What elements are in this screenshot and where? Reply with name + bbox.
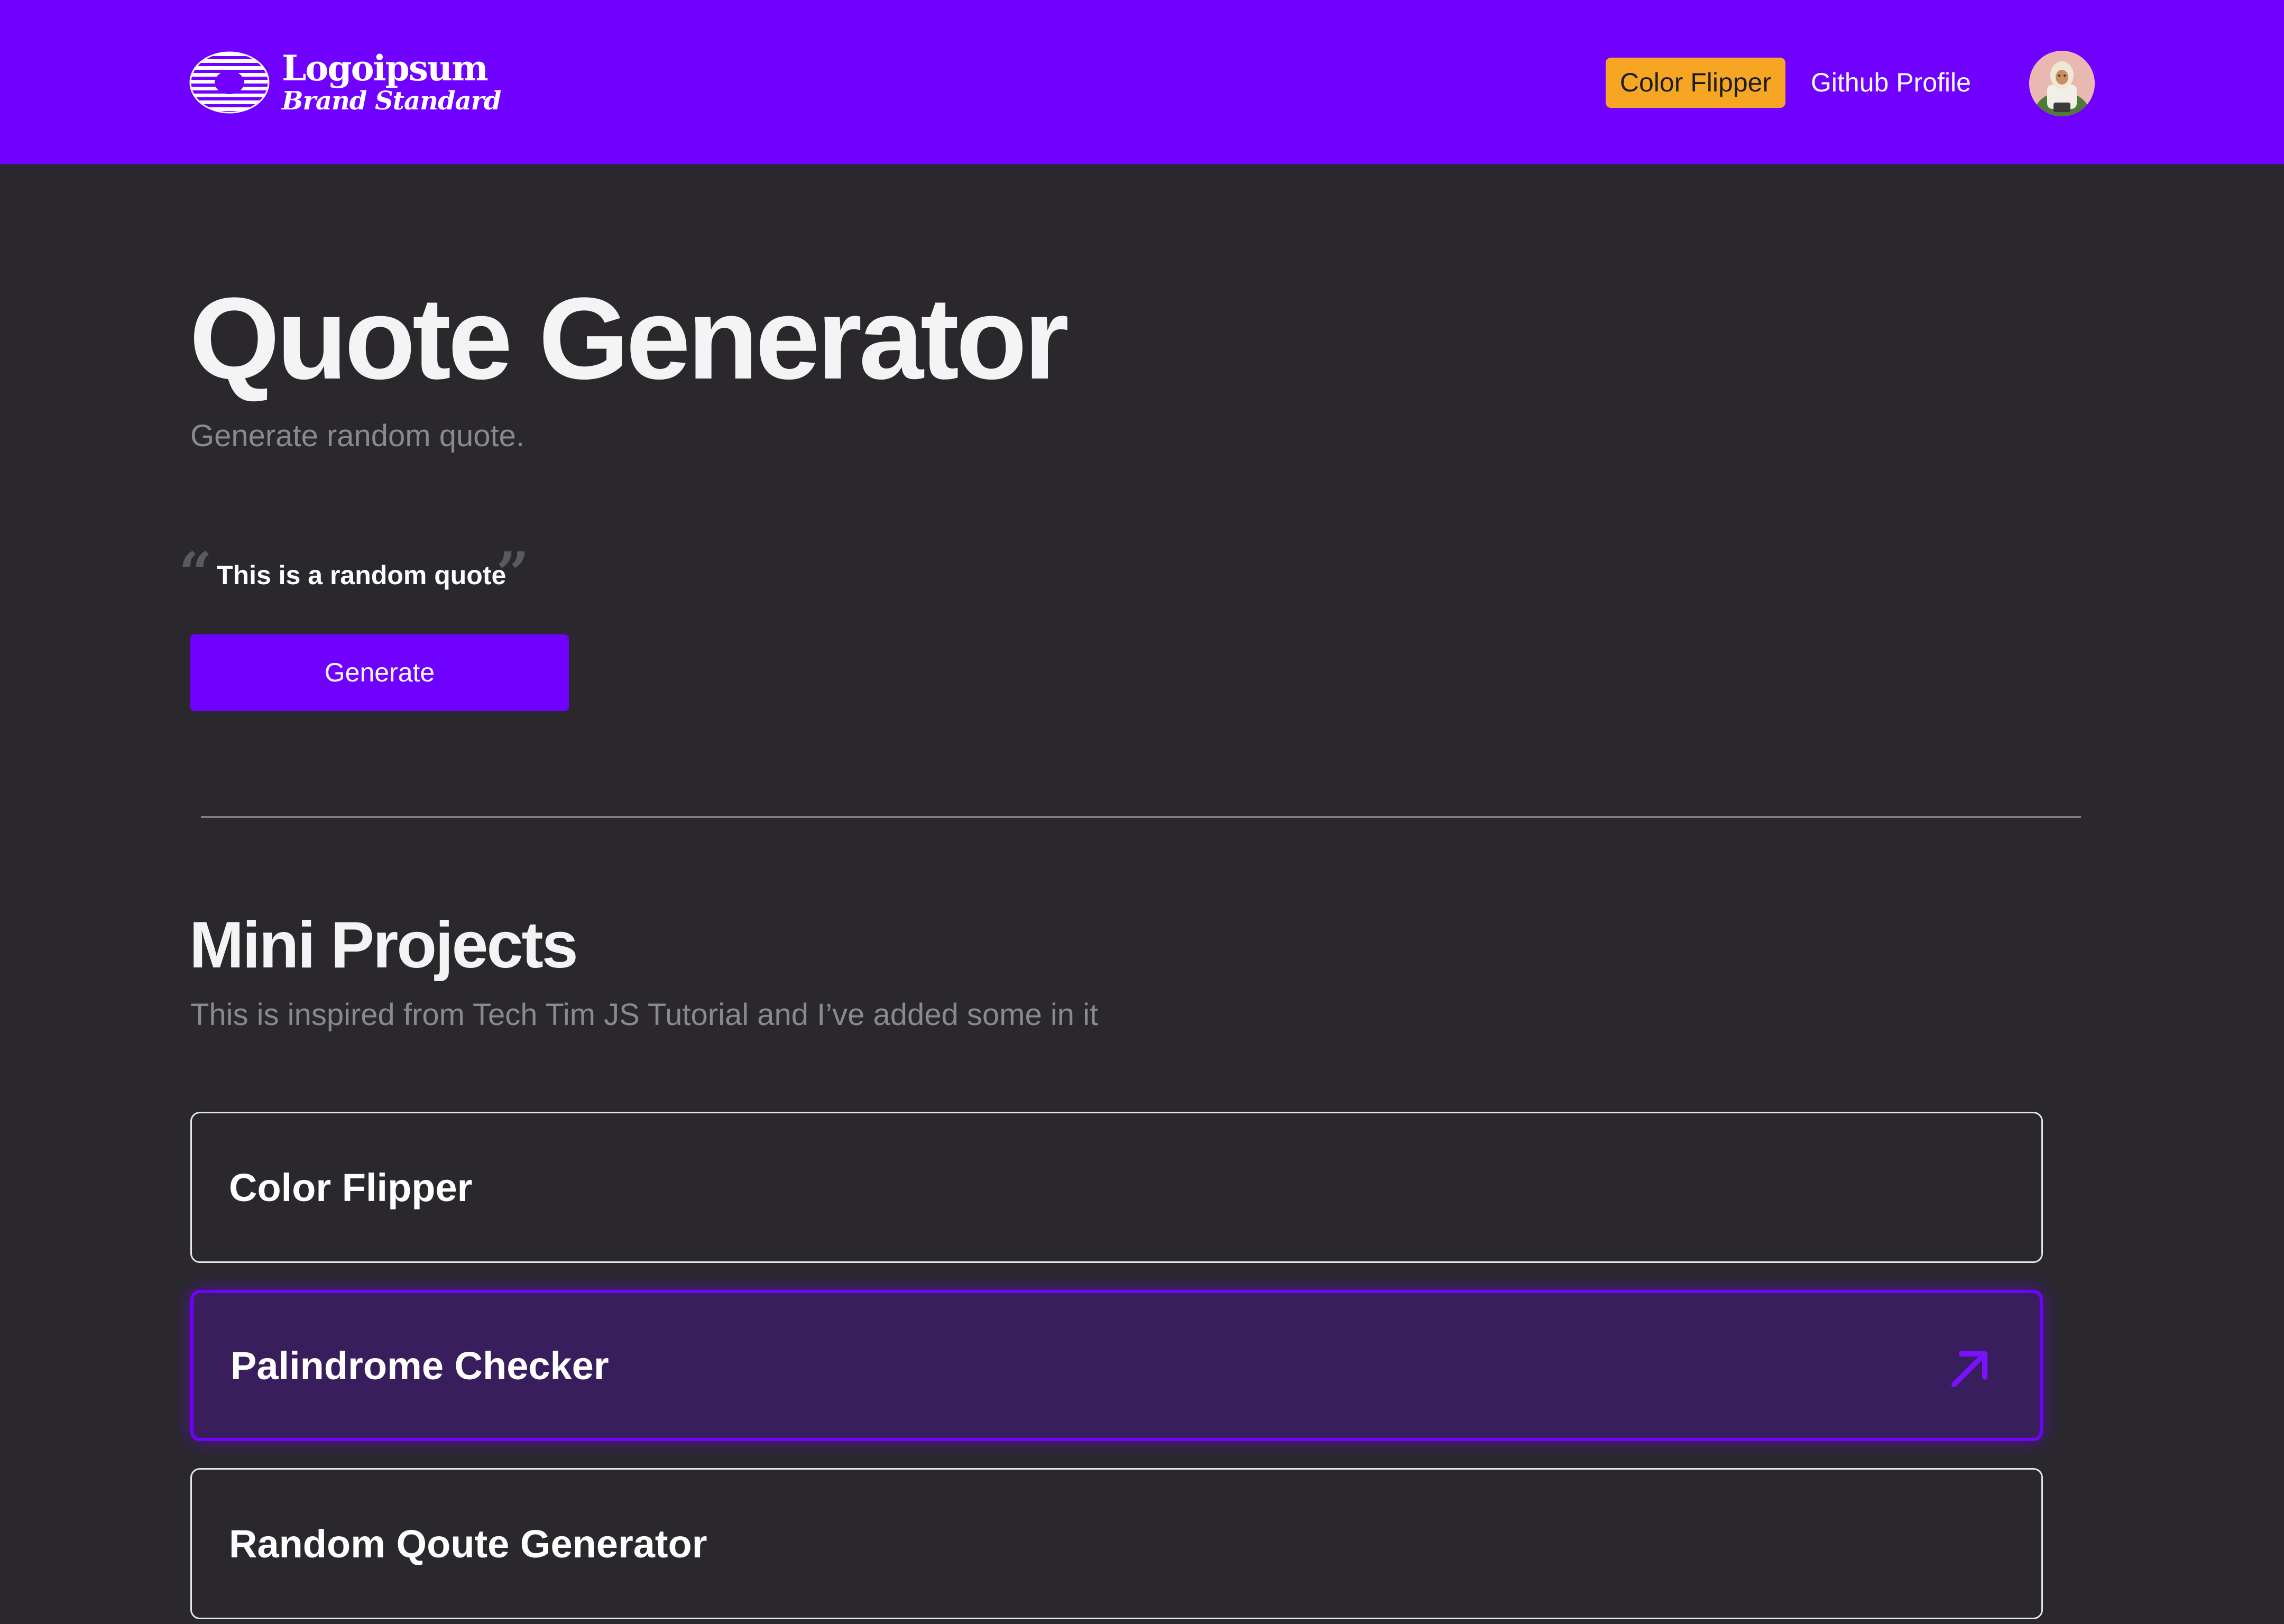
- section-divider: [201, 816, 2081, 818]
- open-quote-icon: “: [179, 539, 213, 607]
- logo-text: Logoipsum Brand Standard: [282, 50, 501, 116]
- avatar-icon: [2029, 51, 2095, 116]
- project-card-label: Palindrome Checker: [231, 1343, 609, 1388]
- quote-text: This is a random quote: [217, 560, 506, 590]
- top-navbar: Logoipsum Brand Standard Color Flipper G…: [0, 0, 2284, 164]
- project-card-color-flipper[interactable]: Color Flipper: [190, 1112, 2043, 1263]
- logo-mark-icon: [189, 51, 270, 114]
- project-card-random-quote-generator[interactable]: Random Qoute Generator: [190, 1468, 2043, 1619]
- page-title: Quote Generator: [189, 273, 1069, 403]
- logo-tagline: Brand Standard: [282, 86, 501, 116]
- color-flipper-nav-button[interactable]: Color Flipper: [1606, 58, 1785, 108]
- mini-projects-subtitle: This is inspired from Tech Tim JS Tutori…: [190, 998, 1099, 1032]
- logo-name: Logoipsum: [282, 48, 489, 89]
- mini-projects-title: Mini Projects: [189, 909, 578, 982]
- project-card-label: Color Flipper: [229, 1165, 473, 1210]
- project-card-palindrome-checker[interactable]: Palindrome Checker: [190, 1290, 2043, 1441]
- user-avatar[interactable]: [2029, 51, 2095, 116]
- arrow-up-right-icon: [1951, 1351, 1987, 1387]
- project-card-label: Random Qoute Generator: [229, 1521, 707, 1566]
- generate-button[interactable]: Generate: [190, 634, 569, 711]
- close-quote-icon: ”: [496, 539, 530, 607]
- github-profile-link[interactable]: Github Profile: [1811, 58, 1971, 108]
- page-subtitle: Generate random quote.: [190, 419, 524, 453]
